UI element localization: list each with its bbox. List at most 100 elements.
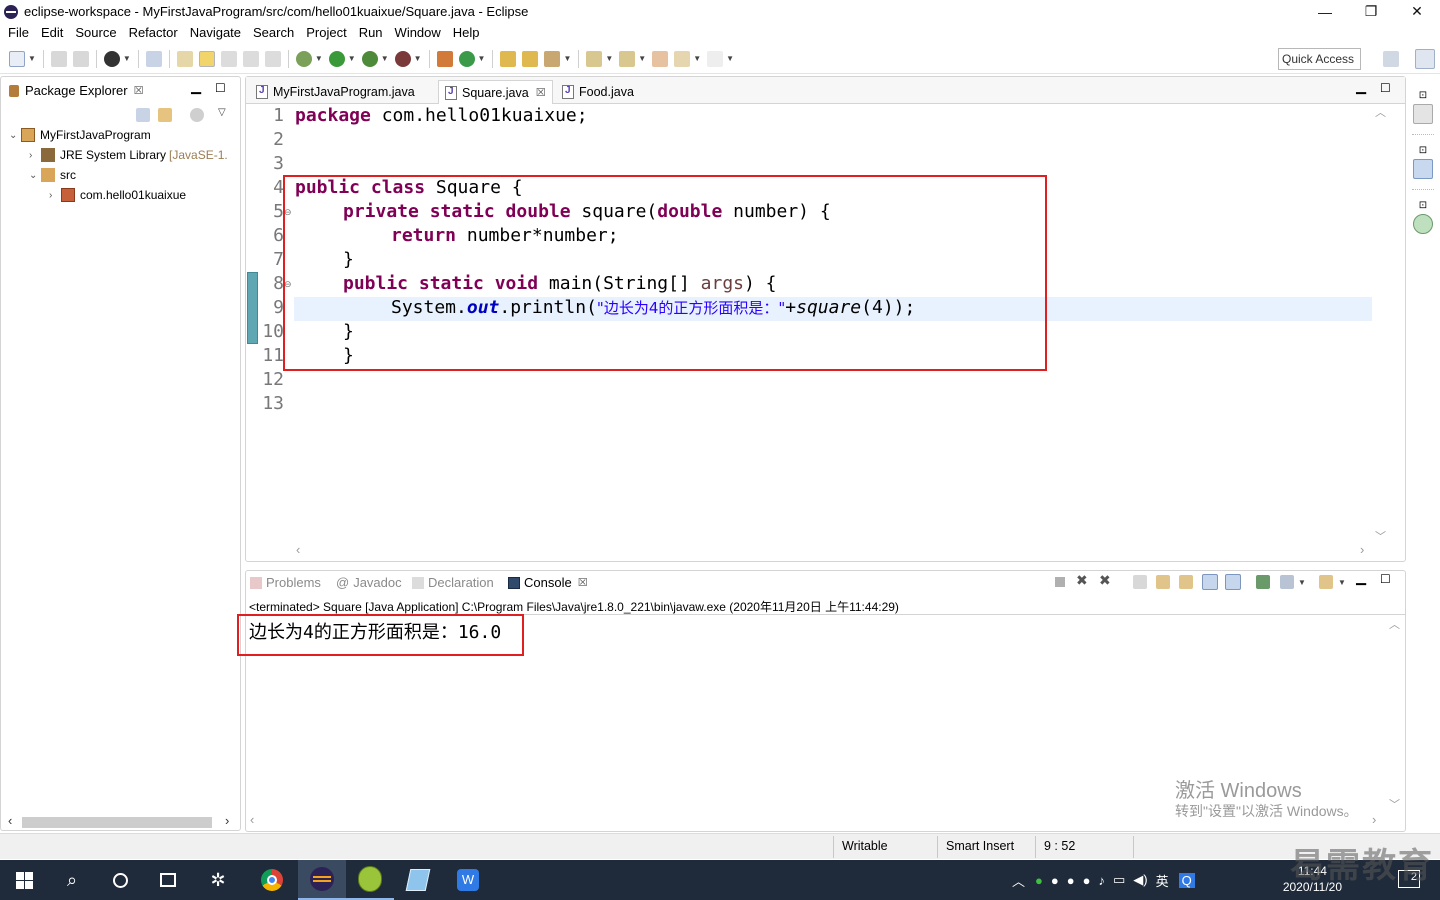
chevron-down-icon[interactable]: ▼ bbox=[1298, 578, 1306, 587]
tree-item-package[interactable]: › com.hello01kuaixue bbox=[49, 188, 186, 202]
menu-file[interactable]: File bbox=[2, 25, 35, 40]
mark-occurrences-icon[interactable] bbox=[198, 50, 215, 67]
eclipse-taskbar-icon[interactable] bbox=[298, 860, 346, 900]
menu-edit[interactable]: Edit bbox=[35, 25, 69, 40]
open-folder-icon[interactable] bbox=[500, 50, 517, 67]
outline-icon[interactable] bbox=[1413, 104, 1433, 124]
close-button[interactable]: ✕ bbox=[1394, 0, 1440, 23]
pilcrow-icon[interactable] bbox=[264, 50, 281, 67]
skip-breakpoints-icon[interactable] bbox=[145, 50, 162, 67]
menu-navigate[interactable]: Navigate bbox=[184, 25, 247, 40]
maximize-view-icon[interactable]: ☐ bbox=[1380, 572, 1391, 586]
tab-food[interactable]: Food.java bbox=[556, 80, 640, 104]
tree-item-project[interactable]: ⌄ MyFirstJavaProgram bbox=[9, 128, 151, 142]
forward-icon[interactable] bbox=[707, 50, 724, 67]
save-icon[interactable] bbox=[50, 50, 67, 67]
scrollbar-thumb[interactable] bbox=[22, 817, 212, 828]
tab-console[interactable]: Console ☒ bbox=[508, 575, 588, 590]
chevron-down-icon[interactable]: ▼ bbox=[478, 54, 486, 63]
chevron-left-icon[interactable]: ‹ bbox=[296, 542, 300, 557]
minimize-view-icon[interactable]: ▁ bbox=[1356, 570, 1366, 586]
minimize-button[interactable]: — bbox=[1302, 0, 1348, 23]
tab-javadoc[interactable]: @ Javadoc bbox=[336, 575, 402, 590]
chevron-up-icon[interactable]: ︿ bbox=[1389, 616, 1400, 632]
chevron-down-icon[interactable]: ⌄ bbox=[9, 130, 21, 141]
chevron-up-icon[interactable]: ︿ bbox=[1012, 871, 1025, 890]
qq-icon[interactable]: ● bbox=[1051, 873, 1059, 888]
scroll-lock-icon[interactable] bbox=[1156, 575, 1170, 589]
chevron-down-icon[interactable]: ▼ bbox=[28, 54, 36, 63]
debug-icon[interactable] bbox=[295, 50, 312, 67]
java-perspective-icon[interactable] bbox=[1415, 49, 1435, 69]
menu-help[interactable]: Help bbox=[447, 25, 486, 40]
chevron-right-icon[interactable]: › bbox=[225, 813, 229, 828]
pin-console-icon[interactable] bbox=[1256, 575, 1270, 589]
chevron-right-icon[interactable]: › bbox=[29, 150, 41, 161]
task-view-icon[interactable] bbox=[144, 860, 192, 900]
chevron-left-icon[interactable]: ‹ bbox=[8, 813, 12, 828]
word-wrap-icon[interactable] bbox=[1179, 575, 1193, 589]
close-icon[interactable]: ☒ bbox=[134, 84, 144, 97]
collapse-all-icon[interactable] bbox=[136, 108, 150, 122]
status-cursor-position[interactable]: 9 : 52 bbox=[1044, 839, 1075, 853]
status-insert-mode[interactable]: Smart Insert bbox=[946, 839, 1014, 853]
chevron-down-icon[interactable]: ⌄ bbox=[29, 170, 41, 181]
new-icon[interactable] bbox=[9, 50, 25, 67]
chevron-down-icon[interactable]: ▼ bbox=[563, 54, 571, 63]
open-type-icon[interactable] bbox=[176, 50, 193, 67]
chevron-right-icon[interactable]: › bbox=[1360, 542, 1364, 557]
tab-myfirstjavaprogram[interactable]: MyFirstJavaProgram.java bbox=[250, 80, 421, 104]
display-console-icon[interactable] bbox=[1280, 575, 1294, 589]
menu-source[interactable]: Source bbox=[69, 25, 122, 40]
open-console-icon[interactable] bbox=[1319, 575, 1333, 589]
view-menu-icon[interactable]: ▽ bbox=[218, 107, 226, 118]
remove-launch-icon[interactable]: ✖ bbox=[1076, 572, 1088, 589]
cortana-icon[interactable] bbox=[96, 860, 144, 900]
tree-item-src[interactable]: ⌄ src bbox=[29, 168, 76, 182]
task-list-icon[interactable] bbox=[1413, 159, 1433, 179]
quick-access-input[interactable]: Quick Access bbox=[1278, 48, 1361, 70]
block-selection-icon[interactable] bbox=[220, 50, 237, 67]
chevron-down-icon[interactable]: ﹀ bbox=[1389, 796, 1400, 812]
menu-window[interactable]: Window bbox=[389, 25, 447, 40]
chevron-down-icon[interactable]: ▼ bbox=[315, 54, 323, 63]
chevron-down-icon[interactable]: ▼ bbox=[123, 54, 131, 63]
maximize-view-icon[interactable]: ☐ bbox=[1380, 81, 1391, 95]
menu-search[interactable]: Search bbox=[247, 25, 300, 40]
external-tools-icon[interactable] bbox=[394, 50, 411, 67]
chevron-down-icon[interactable]: ▼ bbox=[726, 54, 734, 63]
filter-icon[interactable] bbox=[190, 108, 204, 122]
pinwheel-app-icon[interactable]: ✲ bbox=[194, 860, 242, 900]
search-icon[interactable] bbox=[544, 50, 561, 67]
terminate-icon[interactable] bbox=[1055, 577, 1065, 587]
previous-annotation-icon[interactable] bbox=[619, 50, 636, 67]
tab-problems[interactable]: Problems bbox=[250, 575, 321, 590]
notepad-icon[interactable] bbox=[394, 860, 442, 900]
palette-icon[interactable] bbox=[1413, 214, 1433, 234]
editor-horizontal-scrollbar[interactable]: ‹ › bbox=[294, 542, 1372, 559]
chevron-down-icon[interactable]: ▼ bbox=[348, 54, 356, 63]
minimize-view-icon[interactable]: ▁ bbox=[1356, 79, 1366, 95]
run-icon[interactable] bbox=[328, 50, 345, 67]
next-annotation-icon[interactable] bbox=[586, 50, 603, 67]
console-horizontal-scrollbar[interactable]: ‹ › bbox=[247, 812, 1387, 829]
chevron-down-icon[interactable]: ▼ bbox=[638, 54, 646, 63]
tab-declaration[interactable]: Declaration bbox=[412, 575, 494, 590]
green-app-icon[interactable] bbox=[346, 860, 394, 900]
windows-start-icon[interactable] bbox=[0, 860, 48, 900]
minimize-view-icon[interactable]: ▁ bbox=[191, 79, 201, 95]
last-edit-icon[interactable] bbox=[652, 50, 669, 67]
search-icon[interactable]: ⌕ bbox=[48, 860, 96, 900]
chevron-down-icon[interactable]: ▼ bbox=[693, 54, 701, 63]
close-icon[interactable]: ☒ bbox=[536, 86, 546, 99]
save-all-icon[interactable] bbox=[72, 50, 89, 67]
restore-icon[interactable]: ⊡ bbox=[1408, 200, 1438, 211]
input-method-icon[interactable]: Q bbox=[1178, 872, 1195, 888]
ime-indicator[interactable]: 英 bbox=[1156, 871, 1169, 890]
bell-icon[interactable]: ♪ bbox=[1098, 873, 1105, 888]
restore-icon[interactable]: ⊡ bbox=[1408, 90, 1438, 101]
restore-icon[interactable]: ⊡ bbox=[1408, 145, 1438, 156]
tab-square[interactable]: Square.java ☒ bbox=[438, 80, 553, 104]
console-vertical-scrollbar[interactable]: ︿ ﹀ bbox=[1388, 616, 1402, 816]
chevron-down-icon[interactable]: ▼ bbox=[605, 54, 613, 63]
